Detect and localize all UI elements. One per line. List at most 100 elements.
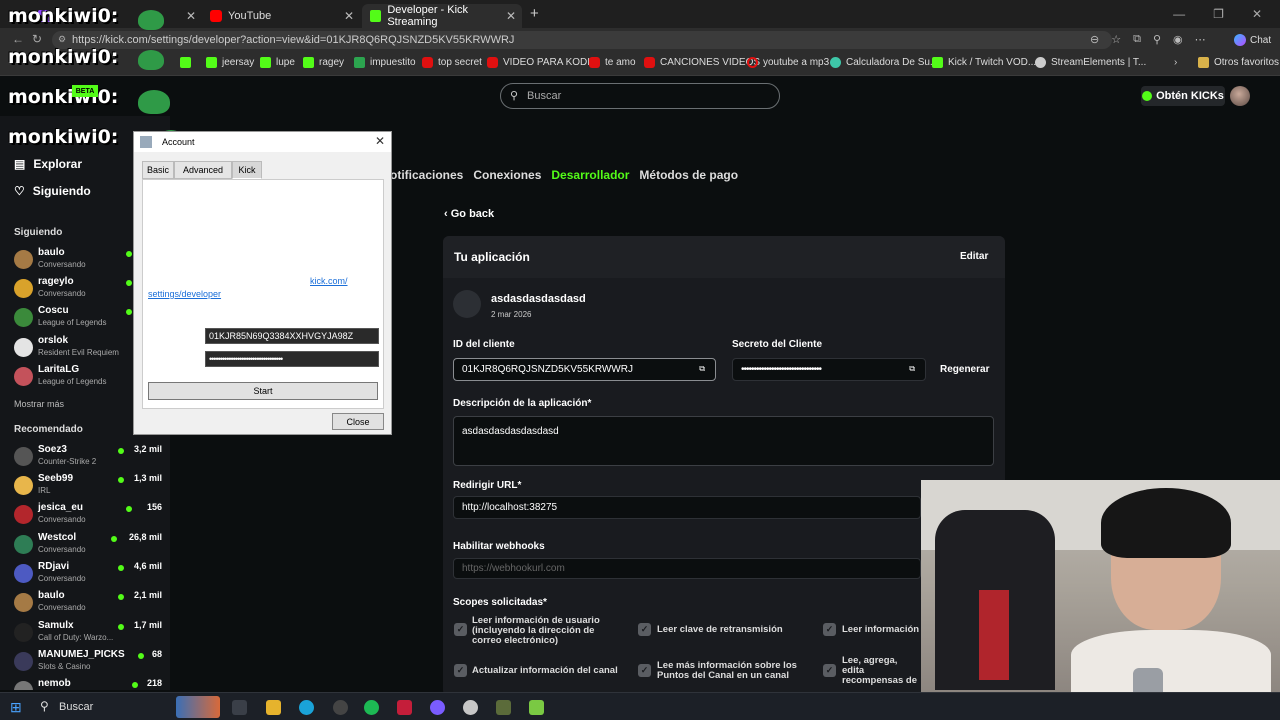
recommended-channel[interactable]: jesica_eu Conversando 156 [14, 502, 162, 530]
bookmark-video-kodi[interactable]: VIDEO PARA KODI... [487, 57, 598, 68]
copilot-chat-button[interactable]: Chat [1234, 34, 1271, 46]
file-explorer-icon[interactable] [266, 700, 281, 715]
kick-developer-link[interactable]: kick.com/ [310, 276, 348, 286]
kick-developer-link[interactable]: settings/developer [148, 289, 221, 299]
window-close-icon[interactable]: ✕ [1252, 7, 1262, 21]
video-app-icon[interactable] [397, 700, 412, 715]
client-secret-field[interactable]: •••••••••••••••••••••••••••••••• ⧉ [732, 358, 926, 381]
show-more-link[interactable]: Mostrar más [14, 399, 64, 409]
bookmarks-overflow-icon[interactable]: › [1174, 57, 1177, 68]
avatar [14, 652, 33, 671]
recommended-channel[interactable]: RDjavi Conversando 4,6 mil [14, 561, 162, 589]
close-tab-icon[interactable]: ✕ [506, 9, 516, 23]
bookmark-streamelements[interactable]: StreamElements | T... [1035, 57, 1146, 68]
maximize-icon[interactable]: ❐ [1213, 7, 1224, 21]
game-icon[interactable] [496, 700, 511, 715]
recommended-channel[interactable]: Samulx Call of Duty: Warzo... 1,7 mil [14, 620, 162, 648]
browser-tab-youtube[interactable]: YouTube ✕ [202, 4, 360, 28]
bookmark-youtube-mp3[interactable]: youtube a mp3 [747, 57, 829, 68]
tab-basic[interactable]: Basic [142, 161, 174, 179]
scope-label: Actualizar información del canal [472, 665, 618, 676]
extensions-icon[interactable]: ⧉ [1133, 33, 1141, 46]
chair-red-stripe [979, 590, 1009, 680]
user-avatar[interactable] [1230, 86, 1250, 106]
close-button[interactable]: Close [332, 413, 384, 430]
scope-checkbox[interactable]: ✓ [638, 664, 651, 677]
go-back-link[interactable]: ‹ Go back [444, 208, 494, 220]
site-info-icon[interactable]: ⚙ [58, 34, 66, 45]
reading-mode-icon[interactable]: ⊖ [1090, 33, 1099, 46]
taskbar-search[interactable]: Buscar [59, 701, 93, 713]
start-button[interactable]: Start [148, 382, 378, 400]
bookmark-jeersay[interactable]: jeersay [206, 57, 254, 68]
bookmark-impuestito[interactable]: impuestito [354, 57, 416, 68]
bookmark-calculadora[interactable]: Calculadora De Su... [830, 57, 938, 68]
scope-checkbox[interactable]: ✓ [454, 664, 467, 677]
task-view-icon[interactable] [232, 700, 247, 715]
favorite-star-icon[interactable]: ☆ [1111, 33, 1121, 46]
recommended-channel[interactable]: MANUMEJ_PICKS Slots & Casino 68 [14, 649, 162, 677]
spotify-icon[interactable] [364, 700, 379, 715]
tab-metodos-de-pago[interactable]: Métodos de pago [639, 168, 738, 184]
bookmark-kick-twitch-vod[interactable]: Kick / Twitch VOD... [932, 57, 1036, 68]
copy-icon[interactable]: ⧉ [699, 364, 705, 374]
discord-icon[interactable] [430, 700, 445, 715]
tab-desarrollador[interactable]: Desarrollador [551, 168, 629, 184]
recommended-channel[interactable]: Westcol Conversando 26,8 mil [14, 532, 162, 560]
back-icon[interactable]: ← [12, 32, 24, 46]
edge-icon[interactable] [299, 700, 314, 715]
browser-tab-kick-developer[interactable]: Developer - Kick Streaming ✕ [362, 4, 522, 28]
obs-icon[interactable] [333, 700, 348, 715]
sidebar-item-siguiendo[interactable]: ♡ Siguiendo [14, 184, 91, 198]
tab-advanced[interactable]: Advanced [174, 161, 232, 179]
client-id-input[interactable]: 01KJR85N69Q3384XXHVGYJA98Z [205, 328, 379, 344]
recommended-channel[interactable]: Seeb99 IRL 1,3 mil [14, 473, 162, 501]
close-tab-icon[interactable]: ✕ [186, 9, 196, 23]
reload-icon[interactable]: ↻ [32, 32, 42, 46]
taskbar-search-icon[interactable]: ⚲ [40, 699, 49, 713]
tab-kick[interactable]: Kick [232, 161, 262, 179]
recommended-channel[interactable]: baulo Conversando 2,1 mil [14, 590, 162, 618]
tab-notificaciones[interactable]: otificaciones [390, 168, 463, 184]
tab-conexiones[interactable]: Conexiones [473, 168, 541, 184]
youtube-icon [644, 57, 655, 68]
regenerate-button[interactable]: Regenerar [940, 364, 989, 375]
live-dot-icon [118, 624, 124, 630]
bookmark-canciones[interactable]: CANCIONES VIDEOS [644, 57, 760, 68]
scope-checkbox[interactable]: ✓ [823, 623, 836, 636]
url-input[interactable]: ⚙ https://kick.com/settings/developer?ac… [52, 31, 1112, 49]
client-secret-input[interactable]: •••••••••••••••••••••••••••••••••• [205, 351, 379, 367]
minecraft-icon[interactable] [529, 700, 544, 715]
new-tab-button[interactable]: + [530, 5, 539, 22]
browser-icon[interactable] [463, 700, 478, 715]
minimize-icon[interactable]: — [1173, 7, 1185, 21]
collections-icon[interactable]: ⚲ [1153, 33, 1161, 46]
recommended-channel[interactable]: Soez3 Counter-Strike 2 3,2 mil [14, 444, 162, 472]
client-id-field[interactable]: 01KJR8Q6RQJSNZD5KV55KRWWRJ ⧉ [453, 358, 716, 381]
bookmark-kick[interactable] [180, 57, 191, 68]
youtube-favicon-icon [210, 10, 222, 22]
scope-checkbox[interactable]: ✓ [823, 664, 836, 677]
copy-icon[interactable]: ⧉ [909, 364, 915, 374]
windows-start-icon[interactable]: ⊞ [10, 699, 22, 716]
other-favorites[interactable]: Otros favoritos [1198, 57, 1279, 68]
scope-checkbox[interactable]: ✓ [638, 623, 651, 636]
bookmark-ragey[interactable]: ragey [303, 57, 344, 68]
dialog-close-icon[interactable]: ✕ [375, 134, 385, 148]
bookmark-te-amo[interactable]: te amo [589, 57, 636, 68]
webhook-url-input[interactable]: https://webhookurl.com [453, 558, 921, 579]
search-highlight-icon[interactable] [176, 696, 220, 718]
menu-dots-icon[interactable]: ⋯ [1195, 33, 1206, 46]
profile-icon[interactable]: ◉ [1173, 33, 1183, 46]
search-input[interactable]: ⚲ Buscar [500, 83, 780, 109]
sidebar-item-explorar[interactable]: ▤ Explorar [14, 157, 82, 171]
close-tab-icon[interactable]: ✕ [344, 9, 354, 23]
bookmark-lupe[interactable]: lupe [260, 57, 295, 68]
scope-checkbox[interactable]: ✓ [454, 623, 467, 636]
get-kicks-button[interactable]: Obtén KICKs [1141, 86, 1225, 106]
recommended-channel[interactable]: nemob 218 [14, 678, 162, 690]
description-textarea[interactable]: asdasdasdasdasdasd [453, 416, 994, 466]
redirect-url-field[interactable]: http://localhost:38275 [453, 496, 921, 519]
edit-button[interactable]: Editar [960, 251, 988, 262]
bookmark-top-secret[interactable]: top secret [422, 57, 482, 68]
